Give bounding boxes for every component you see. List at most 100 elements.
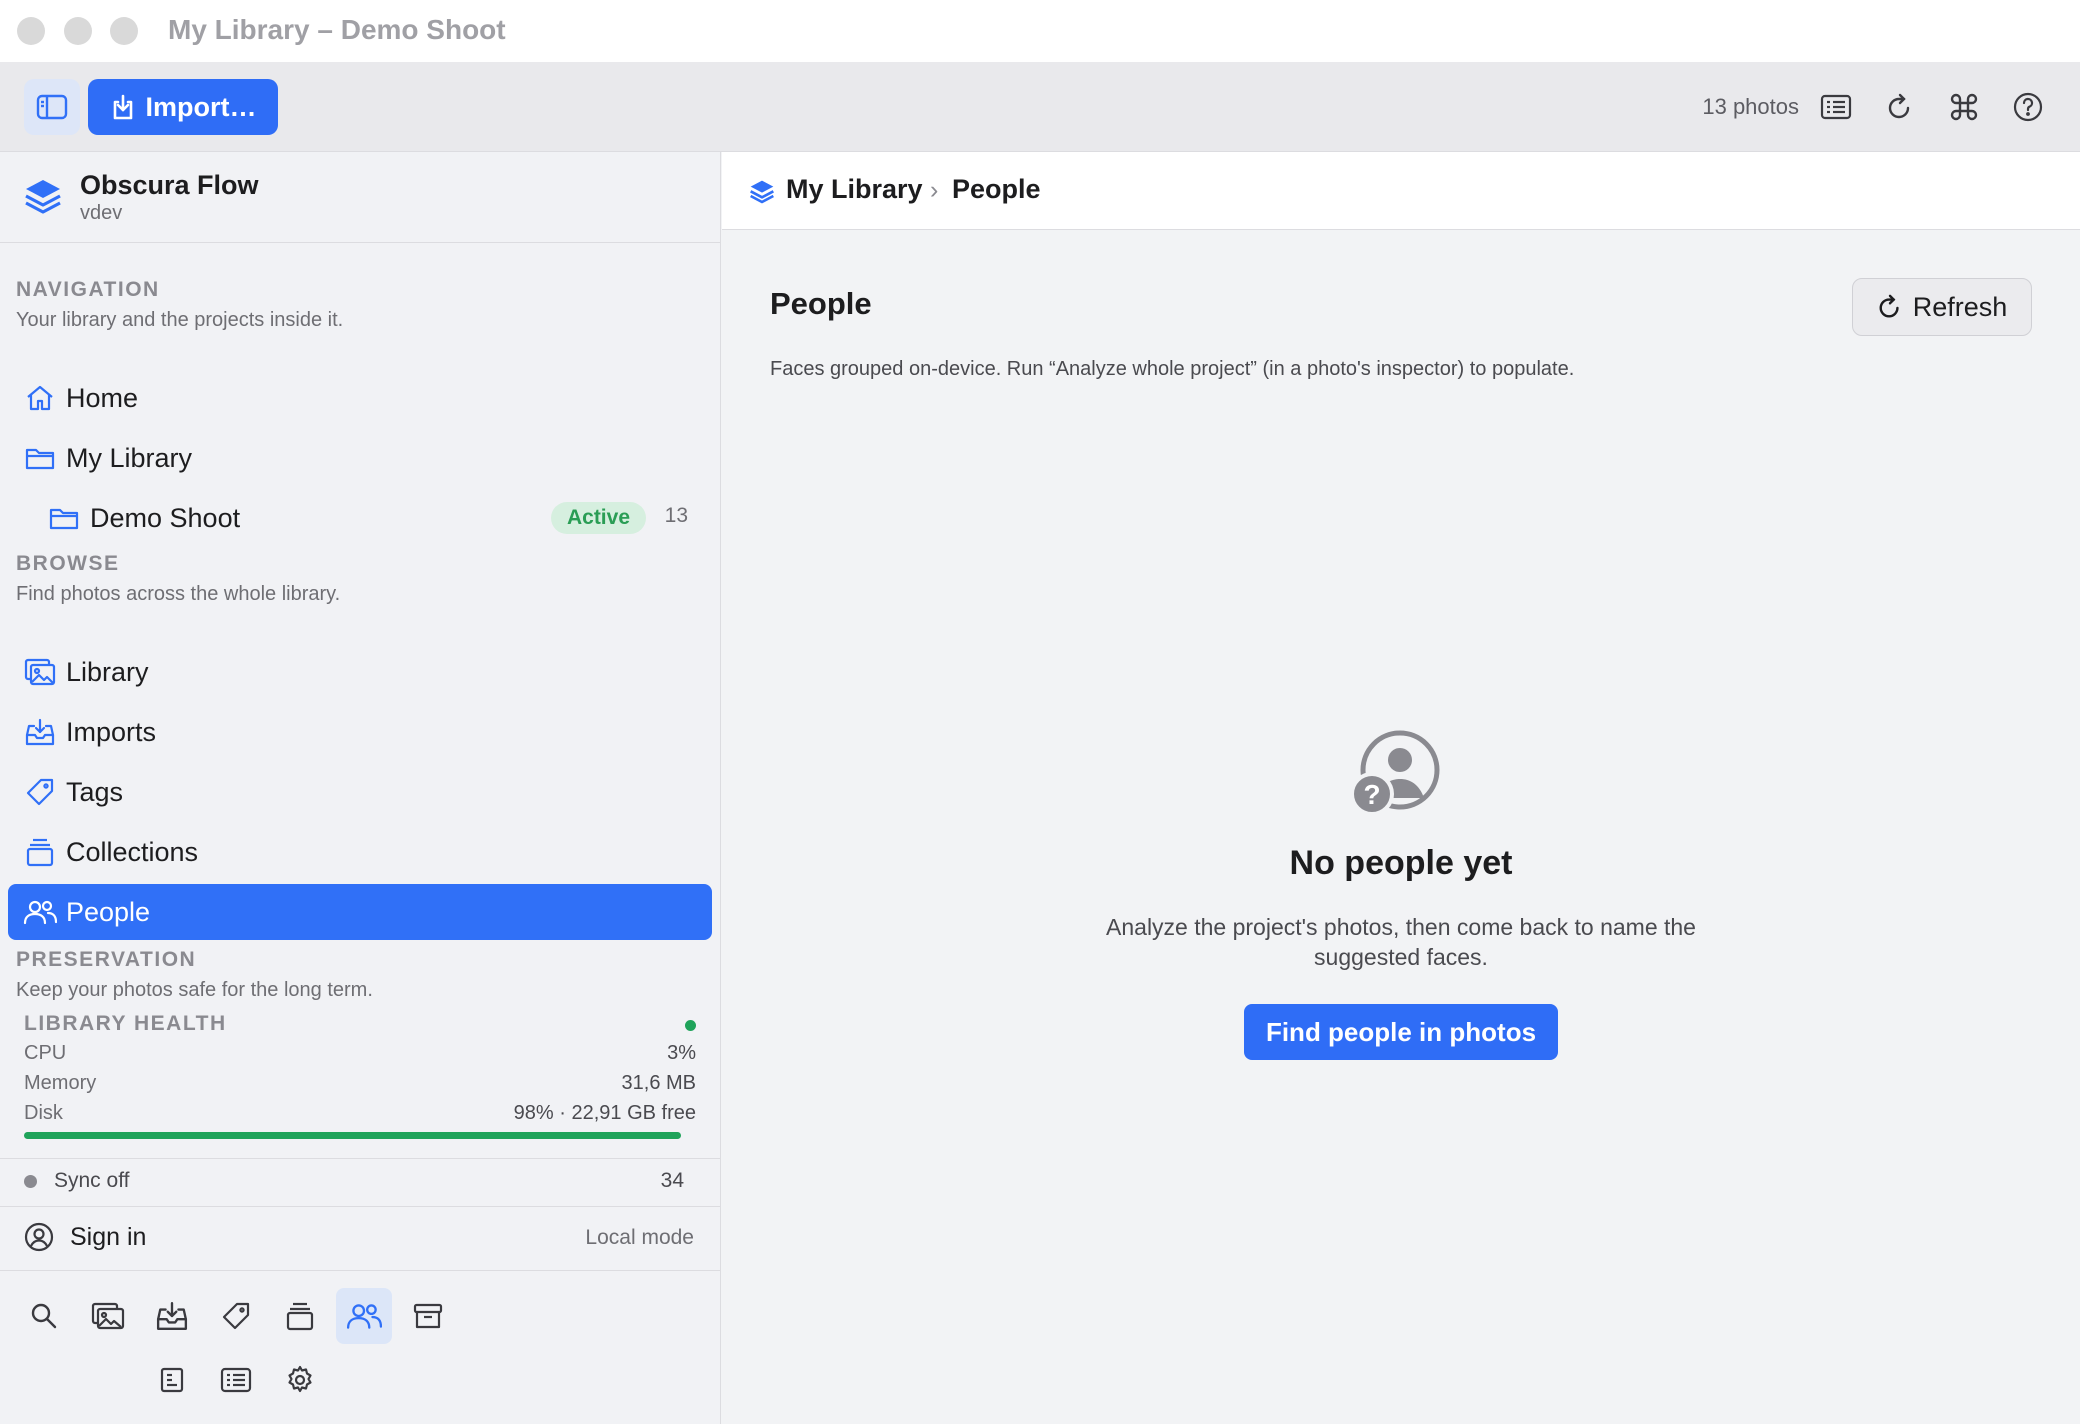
health-row-label: Disk	[24, 1102, 63, 1124]
dock-search-button[interactable]	[16, 1288, 72, 1344]
app-version: vdev	[80, 202, 123, 224]
import-icon	[113, 94, 132, 120]
navigation-section-subtitle: Your library and the projects inside it.	[16, 309, 344, 331]
sync-status-label: Sync off	[54, 1169, 130, 1192]
sidebar-item-people[interactable]: People	[8, 884, 712, 940]
dock-people-button[interactable]	[336, 1288, 392, 1344]
health-status-indicator	[685, 1020, 696, 1031]
import-button-label: Import…	[145, 91, 257, 122]
dock-imports-button[interactable]	[144, 1288, 200, 1344]
folder-icon	[25, 448, 55, 470]
sidebar-item-library[interactable]: Library	[8, 644, 712, 700]
disk-usage-bar	[24, 1132, 681, 1139]
sidebar-item-label: My Library	[66, 442, 193, 473]
sidebar-item-collections[interactable]: Collections	[8, 824, 712, 880]
refresh-button-label: Refresh	[1912, 291, 2008, 322]
stack-icon	[286, 1302, 314, 1331]
health-row-memory: Memory 31,6 MB	[24, 1072, 696, 1095]
sidebar-item-home[interactable]: Home	[8, 370, 712, 426]
search-icon	[31, 1303, 57, 1329]
empty-state-description: Analyze the project's photos, then come …	[1106, 914, 1696, 970]
photo-count: 13 photos	[1702, 94, 1799, 119]
app-window: My Library – Demo Shoot Import… 13 photo…	[0, 0, 2080, 1424]
sidebar-item-tags[interactable]: Tags	[8, 764, 712, 820]
sidebar-icon	[36, 94, 68, 120]
import-button[interactable]: Import…	[88, 79, 278, 135]
page-description: Faces grouped on-device. Run “Analyze wh…	[770, 358, 1575, 380]
house-icon	[27, 385, 53, 411]
health-row-disk: Disk 98% · 22,91 GB free	[24, 1102, 696, 1125]
dock-settings-button[interactable]	[272, 1352, 328, 1408]
dock-library-button[interactable]	[80, 1288, 136, 1344]
app-name: Obscura Flow	[80, 170, 259, 200]
sign-in-link[interactable]: Sign in	[70, 1223, 146, 1252]
folder-icon	[49, 508, 79, 530]
library-stack-icon	[750, 180, 774, 204]
app-header: Obscura Flow vdev	[0, 152, 721, 243]
gear-icon	[288, 1365, 312, 1393]
list-view-button[interactable]	[1816, 87, 1856, 127]
minimize-window-button[interactable]	[64, 17, 92, 45]
health-row-value: 98% · 22,91 GB free	[513, 1102, 696, 1124]
main-content: My Library › People People Refresh Faces…	[722, 152, 2080, 1424]
health-row-value: 31,6 MB	[621, 1072, 696, 1094]
page-title: People	[770, 286, 872, 321]
health-row-label: Memory	[24, 1072, 97, 1094]
svg-text:?: ?	[1363, 779, 1380, 810]
dock-tags-button[interactable]	[208, 1288, 264, 1344]
sidebar-item-label: Tags	[66, 776, 124, 807]
sidebar-item-imports[interactable]: Imports	[8, 704, 712, 760]
document-icon	[160, 1367, 184, 1393]
sidebar-item-demo-shoot[interactable]: Demo Shoot Active 13	[8, 490, 712, 546]
sidebar-item-my-library[interactable]: My Library	[8, 430, 712, 486]
sidebar-item-label: Demo Shoot	[90, 502, 241, 533]
people-icon	[23, 900, 57, 925]
breadcrumb-library-link[interactable]: My Library	[786, 174, 923, 205]
dock-inspector-button[interactable]	[144, 1352, 200, 1408]
title-bar: My Library – Demo Shoot	[0, 0, 2080, 62]
reload-button[interactable]	[1880, 87, 1920, 127]
tray-download-icon	[156, 1302, 188, 1330]
dock-archive-button[interactable]	[400, 1288, 456, 1344]
close-window-button[interactable]	[17, 17, 45, 45]
command-palette-button[interactable]	[1944, 87, 1984, 127]
sidebar-item-label: Imports	[66, 716, 157, 747]
window-title: My Library – Demo Shoot	[168, 14, 506, 45]
tag-icon	[222, 1302, 250, 1330]
sidebar-item-label: Home	[66, 382, 139, 413]
find-people-button[interactable]: Find people in photos	[1244, 1004, 1558, 1060]
sidebar-toggle-button[interactable]	[24, 79, 80, 135]
dock-list-button[interactable]	[208, 1352, 264, 1408]
tag-icon	[26, 778, 54, 806]
refresh-icon	[1879, 294, 1899, 318]
refresh-icon	[1888, 93, 1910, 119]
sidebar-item-label: Collections	[66, 836, 199, 867]
people-icon	[346, 1304, 382, 1329]
breadcrumb-current: People	[952, 174, 1041, 204]
photo-count-badge: 13	[664, 504, 688, 527]
health-row-cpu: CPU 3%	[24, 1042, 696, 1065]
account-icon[interactable]	[24, 1222, 54, 1252]
divider	[0, 1158, 721, 1159]
stack-icon	[26, 838, 54, 867]
app-logo-icon	[25, 180, 61, 214]
library-health-title: LIBRARY HEALTH	[24, 1012, 227, 1035]
sidebar: Obscura Flow vdev NAVIGATION Your librar…	[0, 152, 721, 1424]
toolbar: Import… 13 photos	[0, 62, 2080, 152]
help-button[interactable]	[2008, 87, 2048, 127]
archive-icon	[413, 1303, 443, 1329]
command-icon	[1950, 93, 1978, 121]
dock-collections-button[interactable]	[272, 1288, 328, 1344]
health-row-label: CPU	[24, 1042, 67, 1064]
list-icon	[1820, 94, 1852, 120]
zoom-window-button[interactable]	[110, 17, 138, 45]
refresh-button[interactable]: Refresh	[1852, 278, 2032, 336]
person-question-icon: ?	[1350, 730, 1440, 816]
divider	[0, 1206, 721, 1207]
help-icon	[2013, 92, 2043, 122]
sync-count: 34	[660, 1169, 684, 1192]
browse-section-title: BROWSE	[16, 552, 120, 575]
sync-status-dot	[24, 1175, 37, 1188]
navigation-section-title: NAVIGATION	[16, 278, 160, 301]
empty-state-title: No people yet	[1289, 844, 1513, 882]
